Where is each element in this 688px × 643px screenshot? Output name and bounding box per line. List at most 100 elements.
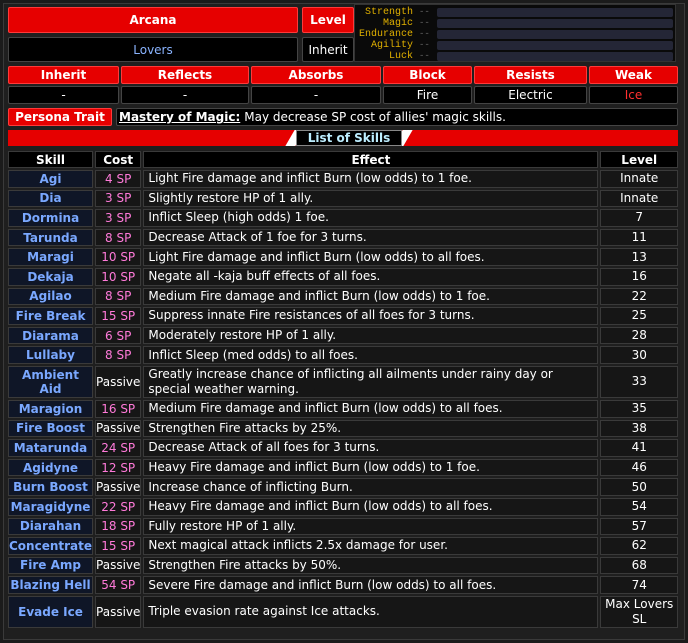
stat-bar [437,19,673,28]
table-row: Blazing Hell 54 SP Severe Fire damage and … [8,576,678,594]
skill-name[interactable]: Maragi [8,248,94,266]
skill-cost: 15 SP [95,537,142,555]
skills-table: Skill Cost Effect Level Agi 4 SP Light Fir… [6,149,680,630]
skill-name[interactable]: Evade Ice [8,595,94,628]
skill-name[interactable]: Concentrate [8,537,94,555]
stat-label: Endurance [358,29,413,40]
skill-level: 46 [600,458,678,477]
skill-effect: Inflict Sleep (high odds) 1 foe. [143,209,599,227]
skill-level: 28 [600,326,678,345]
table-row: Lullaby 8 SP Inflict Sleep (med odds) to a… [8,346,678,364]
skill-name[interactable]: Ambient Aid [8,365,94,398]
skill-effect: Decrease Attack of all foes for 3 turns. [143,439,599,457]
skill-name[interactable]: Fire Amp [8,556,94,575]
column-header-effect: Effect [143,151,599,168]
skill-effect: Medium Fire damage and inflict Burn (low… [143,399,599,418]
column-header-level: Level [600,151,678,168]
skill-level: Innate [600,189,678,208]
skill-effect: Moderately restore HP of 1 ally. [143,326,599,345]
skill-name[interactable]: Dormina [8,209,94,227]
skill-cost: Passive [95,365,142,398]
skill-level: 22 [600,287,678,306]
skill-cost: 8 SP [95,228,142,247]
skill-level: 7 [600,209,678,227]
skill-level: 62 [600,537,678,555]
skill-level: Max Lovers SL [600,595,678,628]
skill-name[interactable]: Dekaja [8,267,94,286]
skill-effect: Medium Fire damage and inflict Burn (low… [143,287,599,306]
skill-cost: 4 SP [95,170,142,188]
skill-cost: 12 SP [95,458,142,477]
table-row: Dekaja 10 SP Negate all -kaja buff effects… [8,267,678,286]
stat-value: -- [419,51,430,61]
stat-value: -- [419,29,430,39]
skill-effect: Inflict Sleep (med odds) to all foes. [143,346,599,364]
skills-title: List of Skills [296,130,402,146]
skill-name[interactable]: Maragion [8,399,94,418]
skill-cost: 8 SP [95,346,142,364]
skill-level: 54 [600,497,678,516]
stat-label: Strength [364,7,413,18]
arcana-value[interactable]: Lovers [8,37,298,62]
skill-effect: Strengthen Fire attacks by 50%. [143,556,599,575]
skill-level: 16 [600,267,678,286]
skill-cost: 6 SP [95,326,142,345]
skill-name[interactable]: Lullaby [8,346,94,364]
skill-effect: Heavy Fire damage and inflict Burn (low … [143,458,599,477]
skill-effect: Heavy Fire damage and inflict Burn (low … [143,497,599,516]
skill-name[interactable]: Agi [8,170,94,188]
skill-name[interactable]: Dia [8,189,94,208]
skill-cost: Passive [95,419,142,438]
affinity-inherit-value: - [8,86,119,104]
skill-cost: 24 SP [95,439,142,457]
stat-label: Agility [370,40,413,51]
stat-agility: Agility -- [355,40,677,51]
skill-effect: Negate all -kaja buff effects of all foe… [143,267,599,286]
column-header-skill: Skill [8,151,94,168]
table-row: Fire Boost Passive Strengthen Fire attacks… [8,419,678,438]
skill-name[interactable]: Agilao [8,287,94,306]
stat-bar [437,41,673,50]
affinity-reflects-value: - [121,86,249,104]
skill-effect: Triple evasion rate against Ice attacks. [143,595,599,628]
table-row: Dormina 3 SP Inflict Sleep (high odds) 1 f… [8,209,678,227]
skill-name[interactable]: Burn Boost [8,478,94,496]
skill-effect: Greatly increase chance of inflicting al… [143,365,599,398]
table-row: Agilao 8 SP Medium Fire damage and inflict… [8,287,678,306]
table-row: Burn Boost Passive Increase chance of infl… [8,478,678,496]
skill-level: 68 [600,556,678,575]
skill-cost: 54 SP [95,576,142,594]
skill-name[interactable]: Tarunda [8,228,94,247]
skill-name[interactable]: Maragidyne [8,497,94,516]
affinity-absorbs-value: - [251,86,381,104]
skill-name[interactable]: Diarama [8,326,94,345]
stat-bar [437,30,673,39]
skill-name[interactable]: Matarunda [8,439,94,457]
stat-luck: Luck -- [355,51,677,62]
skill-name[interactable]: Agidyne [8,458,94,477]
table-row: Maragion 16 SP Medium Fire damage and infl… [8,399,678,418]
table-row: Matarunda 24 SP Decrease Attack of all foe… [8,439,678,457]
skill-cost: 3 SP [95,189,142,208]
skill-effect: Severe Fire damage and inflict Burn (low… [143,576,599,594]
table-row: Diarahan 18 SP Fully restore HP of 1 ally.… [8,517,678,536]
level-label: Level [302,7,354,33]
stat-value: -- [419,18,430,28]
stat-label: Luck [388,51,413,62]
persona-trait-text: Mastery of Magic: May decrease SP cost o… [116,108,678,126]
affinity-block-value: Fire [383,86,472,104]
skill-cost: 3 SP [95,209,142,227]
skill-level: Innate [600,170,678,188]
skill-effect: Slightly restore HP of 1 ally. [143,189,599,208]
skill-name[interactable]: Diarahan [8,517,94,536]
skill-name[interactable]: Fire Boost [8,419,94,438]
skill-cost: 8 SP [95,287,142,306]
skill-name[interactable]: Fire Break [8,307,94,325]
stat-value: -- [419,40,430,50]
skill-effect: Strengthen Fire attacks by 25%. [143,419,599,438]
skill-cost: 18 SP [95,517,142,536]
skill-name[interactable]: Blazing Hell [8,576,94,594]
skill-level: 57 [600,517,678,536]
skill-level: 35 [600,399,678,418]
skill-effect: Next magical attack inflicts 2.5x damage… [143,537,599,555]
